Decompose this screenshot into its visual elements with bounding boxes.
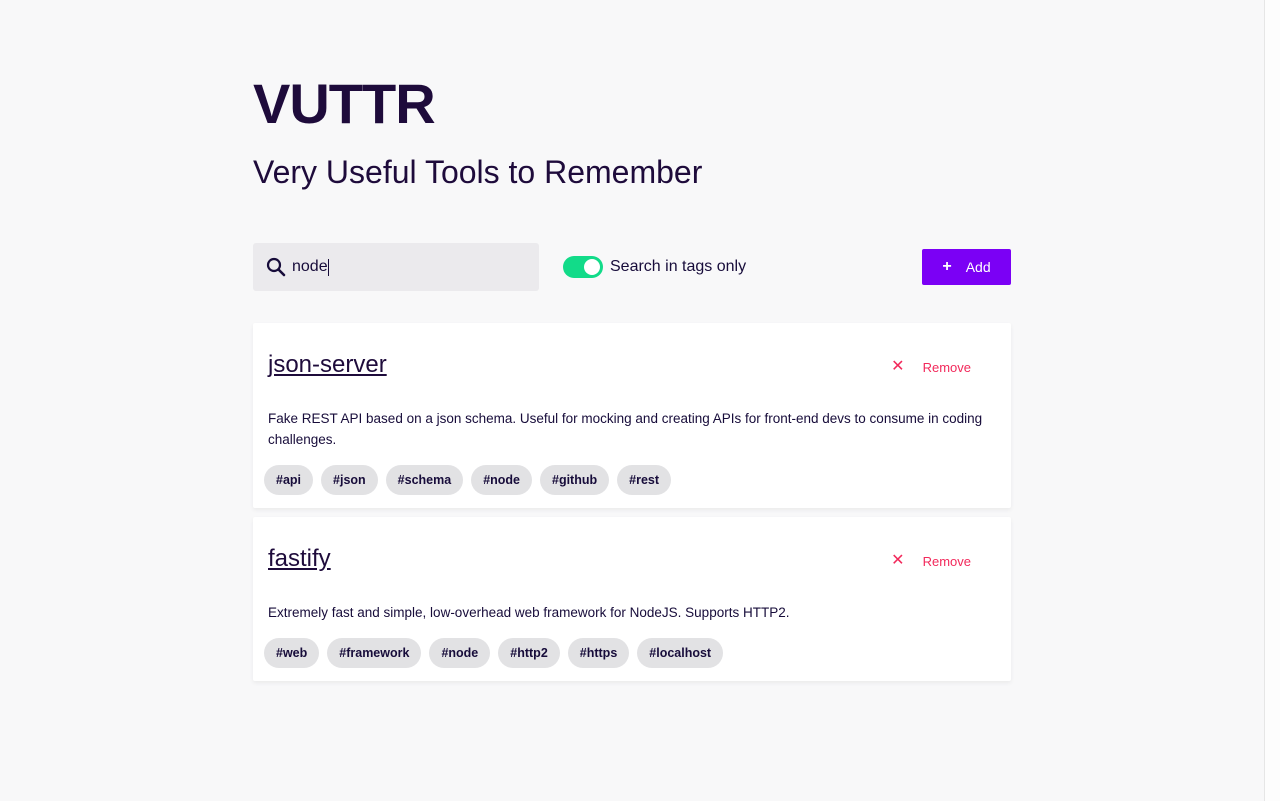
tag[interactable]: #rest	[617, 465, 672, 495]
tool-description: Fake REST API based on a json schema. Us…	[268, 411, 983, 447]
toggle-knob	[584, 259, 600, 275]
tag-list: #web #framework #node #http2 #https #loc…	[264, 638, 724, 668]
remove-tool-button[interactable]: ✕ Remove	[891, 359, 971, 375]
tags-only-label: Search in tags only	[610, 258, 747, 275]
close-icon: ✕	[891, 552, 905, 569]
close-icon: ✕	[891, 358, 905, 375]
add-button-label: Add	[965, 259, 991, 275]
tags-only-toggle-group: Search in tags only	[563, 255, 746, 279]
app-title: VUTTR	[253, 72, 436, 135]
tag[interactable]: #localhost	[637, 638, 724, 668]
tag[interactable]: #json	[321, 465, 378, 495]
scrollbar[interactable]	[1264, 0, 1280, 801]
remove-button-label: Remove	[922, 359, 971, 375]
tool-description: Extremely fast and simple, low-overhead …	[268, 605, 790, 620]
tool-card: json-server ✕ Remove Fake REST API based…	[253, 323, 1011, 508]
tag[interactable]: #node	[471, 465, 532, 495]
tag[interactable]: #node	[429, 638, 491, 668]
search-input[interactable]	[292, 255, 522, 279]
text-caret	[328, 259, 329, 276]
tag[interactable]: #api	[264, 465, 314, 495]
tag[interactable]: #github	[540, 465, 610, 495]
plus-icon: +	[942, 258, 952, 275]
tag[interactable]: #web	[264, 638, 320, 668]
tags-only-toggle[interactable]	[563, 256, 603, 278]
tag[interactable]: #https	[567, 638, 630, 668]
tag[interactable]: #framework	[327, 638, 422, 668]
tool-title-link[interactable]: fastify	[268, 545, 331, 573]
tag[interactable]: #http2	[498, 638, 560, 668]
add-tool-button[interactable]: + Add	[922, 249, 1011, 285]
remove-tool-button[interactable]: ✕ Remove	[891, 553, 971, 569]
tool-card: fastify ✕ Remove Extremely fast and simp…	[253, 517, 1011, 681]
app-subtitle: Very Useful Tools to Remember	[253, 154, 703, 190]
tag[interactable]: #schema	[385, 465, 464, 495]
search-icon	[266, 257, 286, 277]
remove-button-label: Remove	[922, 553, 971, 569]
toolbar: Search in tags only + Add	[253, 243, 1011, 291]
search-box[interactable]	[253, 243, 539, 291]
tag-list: #api #json #schema #node #github #rest	[264, 465, 672, 495]
tool-title-link[interactable]: json-server	[268, 351, 387, 379]
